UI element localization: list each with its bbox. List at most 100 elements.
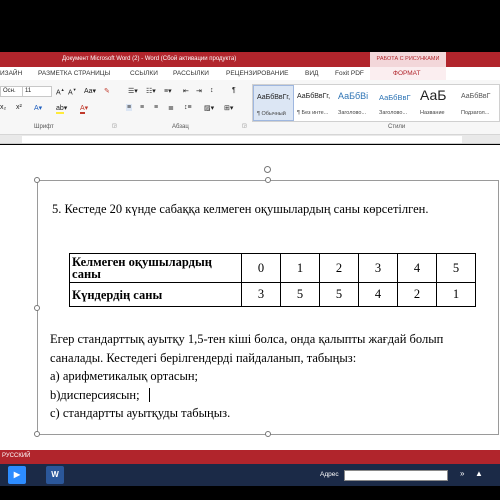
table-cell: 5 [319,282,359,307]
taskbar: ▶ W Адрес » ▲ [0,464,500,486]
tab-references[interactable]: ССЫЛКИ [130,70,158,77]
table-row-label: Келмеген оқушылардың саны [69,253,242,283]
font-size-box[interactable]: 11 [22,86,52,97]
tab-mailings[interactable]: РАССЫЛКИ [173,70,209,77]
align-right-icon[interactable]: ≡ [154,104,158,111]
bullets-icon[interactable]: ☰▾ [128,87,138,95]
style-name: Заголово... [338,110,367,116]
subscript-icon[interactable]: x₂ [0,104,6,111]
group-label-font: Шрифт [34,124,54,130]
table-cell: 2 [397,282,437,307]
zoom-app-icon[interactable]: ▶ [8,466,26,484]
style-no-spacing[interactable]: АаБбВвГг, ¶ Без инте... [294,85,335,121]
style-name: Заголово... [379,110,408,116]
numbering-icon[interactable]: ☷▾ [146,87,156,95]
borders-icon[interactable]: ⊞▾ [224,104,233,112]
tab-page-layout[interactable]: РАЗМЕТКА СТРАНИЦЫ [38,70,110,77]
paragraph-dialog-launcher-icon[interactable]: ◲ [242,123,247,129]
tab-review[interactable]: РЕЦЕНЗИРОВАНИЕ [226,70,289,77]
multilevel-list-icon[interactable]: ≡▾ [164,87,172,95]
decrease-indent-icon[interactable]: ⇤ [183,87,189,95]
font-color-icon[interactable]: A▾ [80,104,88,114]
table-cell: 4 [358,282,398,307]
shading-icon[interactable]: ▨▾ [204,104,214,112]
absence-table: Келмеген оқушылардың саны 0 1 2 3 4 5 Күн… [69,253,476,307]
screen: Документ Microsoft Word (2) - Word (Сбой… [0,0,500,500]
tab-view[interactable]: ВИД [305,70,318,77]
highlight-icon[interactable]: ab▾ [56,104,67,114]
contextual-tab-group: РАБОТА С РИСУНКАМИ [370,52,446,67]
language-indicator[interactable]: РУССКИЙ [2,453,30,459]
style-name: Название [420,110,445,116]
address-label: Адрес [320,471,339,478]
status-bar: РУССКИЙ [0,450,500,464]
horizontal-ruler[interactable] [0,135,500,144]
resize-handle-top-left[interactable] [34,177,40,183]
style-sample: АаБбВвГ [379,93,411,102]
table-cell: 5 [436,253,476,283]
table-cell: 4 [397,253,437,283]
style-name: Подзагол... [461,110,490,116]
shrink-font-icon[interactable]: A▼ [68,87,77,96]
table-cell: 2 [319,253,359,283]
resize-handle-bottom-left[interactable] [34,431,40,437]
resize-handle-middle-left[interactable] [34,305,40,311]
table-row: Күндердің саны 3 5 5 4 2 1 [69,282,476,307]
window-title: Документ Microsoft Word (2) - Word (Сбой… [62,56,237,62]
font-name-value: Осн. [3,88,16,94]
address-input[interactable] [344,470,448,481]
justify-icon[interactable]: ≣ [168,104,174,112]
align-left-icon[interactable]: ≡ [126,104,133,111]
change-case-icon[interactable]: Aa▾ [84,87,96,95]
table-cell: 5 [280,282,320,307]
text-effects-icon[interactable]: A▾ [34,104,42,112]
table-row-label: Күндердің саны [69,282,242,307]
word-app-icon[interactable]: W [46,466,64,484]
styles-gallery: АаБбВвГг, ¶ Обычный АаБбВвГг, ¶ Без инте… [252,84,500,122]
ruler-white-area [22,136,462,143]
title-bar: Документ Microsoft Word (2) - Word (Сбой… [0,52,500,67]
problem-heading: 5. Кестеде 20 күнде сабаққа келмеген оқу… [52,202,429,216]
rotate-handle[interactable] [264,166,271,173]
style-sample: АаБбВвГ [461,93,491,100]
table-cell: 0 [241,253,281,283]
resize-handle-top-center[interactable] [265,177,271,183]
ribbon: Осн. 11 A▲ A▼ Aa▾ ✎ x₂ x² A▾ ab▾ A▾ ☰▾ ☷… [0,80,500,135]
show-marks-icon[interactable]: ¶ [232,87,236,94]
style-normal[interactable]: АаБбВвГг, ¶ Обычный [253,85,294,121]
grow-font-icon[interactable]: A▲ [56,87,65,96]
network-icon[interactable]: ▲ [475,469,483,478]
style-subtitle[interactable]: АаБбВвГ Подзагол... [458,85,499,121]
style-sample: АаБбВі [338,91,369,101]
style-heading-1[interactable]: АаБбВі Заголово... [335,85,376,121]
style-title[interactable]: АаБ Название [417,85,458,121]
table-cell: 3 [358,253,398,283]
style-heading-2[interactable]: АаБбВвГ Заголово... [376,85,417,121]
tab-foxit-pdf[interactable]: Foxit PDF [335,70,364,77]
align-center-icon[interactable]: ≡ [140,104,144,111]
word-icon-letter: W [51,470,59,479]
clear-formatting-icon[interactable]: ✎ [104,87,110,95]
table-cell: 3 [241,282,281,307]
tab-design[interactable]: ИЗАЙН [0,70,22,77]
style-sample: АаБ [420,87,447,103]
list-item-b: b)дисперсиясын; [50,388,140,402]
taskbar-arrow-icon[interactable]: » [460,469,464,478]
group-label-paragraph: Абзац [172,124,189,130]
group-label-styles: Стили [388,124,406,130]
text-cursor [149,388,150,402]
table-row: Келмеген оқушылардың саны 0 1 2 3 4 5 [69,253,476,283]
superscript-icon[interactable]: x² [16,104,22,111]
font-size-value: 11 [25,88,32,94]
line-spacing-icon[interactable]: ↕≡ [184,104,192,111]
font-dialog-launcher-icon[interactable]: ◲ [112,123,117,129]
increase-indent-icon[interactable]: ⇥ [196,87,202,95]
resize-handle-bottom-center[interactable] [265,431,271,437]
sort-icon[interactable]: ↕ [210,87,214,94]
list-item-a: а) арифметикалық ортасын; [50,369,199,383]
style-sample: АаБбВвГг, [297,93,331,100]
tab-format[interactable]: ФОРМАТ [393,70,420,77]
style-name: ¶ Обычный [257,111,286,117]
paragraph-line-1: Егер стандарттық ауытқу 1,5-тен кіші бол… [50,332,444,346]
style-sample: АаБбВвГг, [257,94,291,101]
